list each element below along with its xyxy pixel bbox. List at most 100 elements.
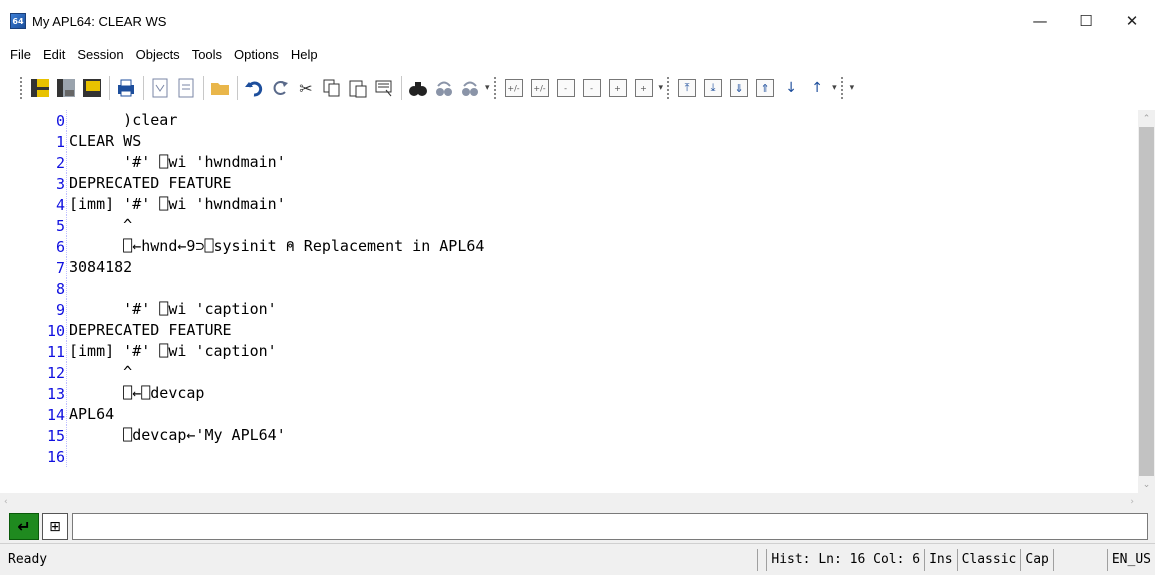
scroll-left-icon[interactable]: ‹ xyxy=(4,497,8,507)
session-line[interactable]: 16 xyxy=(0,446,1138,467)
menu-session[interactable]: Session xyxy=(77,47,123,62)
close-button[interactable]: ✕ xyxy=(1109,0,1155,42)
line-text[interactable]: CLEAR WS xyxy=(66,131,141,152)
session-line[interactable]: 10 DEPRECATED FEATURE xyxy=(0,320,1138,341)
vertical-scrollbar[interactable]: ⌃ ⌄ xyxy=(1138,110,1155,493)
expand-all-icon[interactable]: + xyxy=(607,77,629,99)
status-ready: Ready xyxy=(8,552,48,567)
toolbar-separator xyxy=(401,76,402,100)
enter-button[interactable]: ↵ xyxy=(9,513,39,540)
line-text[interactable]: ⎕←⎕devcap xyxy=(66,383,204,404)
toolbar-grip[interactable] xyxy=(840,77,844,99)
menu-objects[interactable]: Objects xyxy=(136,47,180,62)
line-text[interactable]: )clear xyxy=(66,110,177,131)
session-line[interactable]: 1 CLEAR WS xyxy=(0,131,1138,152)
line-text[interactable]: ^ xyxy=(66,362,132,383)
page-up-icon[interactable]: ⇑ xyxy=(754,77,776,99)
menu-options[interactable]: Options xyxy=(234,47,279,62)
session-line[interactable]: 11 [imm] '#' ⎕wi 'caption' xyxy=(0,341,1138,362)
line-text[interactable]: ⎕←hwnd←9⊃⎕sysinit ⍝ Replacement in APL64 xyxy=(66,236,484,257)
session-line[interactable]: 3 DEPRECATED FEATURE xyxy=(0,173,1138,194)
apl64-app-icon[interactable]: 64 xyxy=(10,13,26,29)
line-text[interactable]: 3084182 xyxy=(66,257,132,278)
toolbar-overflow-icon[interactable]: ▾ xyxy=(850,83,855,93)
line-number: 16 xyxy=(46,447,65,466)
copy-icon[interactable] xyxy=(321,77,343,99)
toolbar-overflow-icon[interactable]: ▾ xyxy=(485,83,490,93)
doc-icon[interactable] xyxy=(175,77,197,99)
pane-icon[interactable] xyxy=(29,77,51,99)
status-insert-mode: Ins xyxy=(924,548,956,571)
cut-icon[interactable]: ✂ xyxy=(295,77,317,99)
line-number: 10 xyxy=(46,321,65,340)
screen-icon[interactable] xyxy=(373,77,395,99)
fold-toggle-curr-icon[interactable]: +/- xyxy=(529,77,551,99)
paste-icon[interactable] xyxy=(347,77,369,99)
line-down-icon[interactable]: ↓ xyxy=(780,77,802,99)
line-text[interactable]: ⎕devcap←'My APL64' xyxy=(66,425,286,446)
menu-edit[interactable]: Edit xyxy=(43,47,65,62)
status-locale: EN_US xyxy=(1106,548,1155,571)
find-next-icon[interactable] xyxy=(433,77,455,99)
session-line[interactable]: 7 3084182 xyxy=(0,257,1138,278)
menu-tools[interactable]: Tools xyxy=(192,47,222,62)
session-line[interactable]: 6 ⎕←hwnd←9⊃⎕sysinit ⍝ Replacement in APL… xyxy=(0,236,1138,257)
status-empty xyxy=(757,548,766,571)
command-input[interactable] xyxy=(72,513,1148,540)
session-line[interactable]: 4 [imm] '#' ⎕wi 'hwndmain' xyxy=(0,194,1138,215)
toolbar-grip[interactable] xyxy=(493,77,497,99)
line-text[interactable] xyxy=(66,446,69,467)
line-up-icon[interactable]: ↑ xyxy=(806,77,828,99)
find-icon[interactable] xyxy=(407,77,429,99)
toolbar-grip[interactable] xyxy=(20,77,23,99)
scroll-top-icon[interactable]: ⤒ xyxy=(676,77,698,99)
session-line[interactable]: 8 xyxy=(0,278,1138,299)
scroll-bottom-icon[interactable]: ⤓ xyxy=(702,77,724,99)
redo-icon[interactable] xyxy=(269,77,291,99)
toolbar-overflow-icon[interactable]: ▾ xyxy=(832,83,837,93)
toolbar-grip[interactable] xyxy=(667,77,670,99)
page-down-icon[interactable]: ⇓ xyxy=(728,77,750,99)
line-text[interactable]: ^ xyxy=(66,215,132,236)
scrollbar-thumb[interactable] xyxy=(1139,127,1154,476)
line-text[interactable]: '#' ⎕wi 'caption' xyxy=(66,299,277,320)
line-text[interactable]: [imm] '#' ⎕wi 'hwndmain' xyxy=(66,194,286,215)
menu-file[interactable]: File xyxy=(10,47,31,62)
session-line[interactable]: 5 ^ xyxy=(0,215,1138,236)
session-line[interactable]: 14 APL64 xyxy=(0,404,1138,425)
open-folder-icon[interactable] xyxy=(209,77,231,99)
minimize-button[interactable]: — xyxy=(1017,0,1063,42)
horizontal-scrollbar[interactable]: ‹ › xyxy=(0,493,1138,510)
session-line[interactable]: 15 ⎕devcap←'My APL64' xyxy=(0,425,1138,446)
session-line[interactable]: 2 '#' ⎕wi 'hwndmain' xyxy=(0,152,1138,173)
session-window[interactable]: 0 )clear 1 CLEAR WS 2 '#' ⎕wi 'hwndmain' … xyxy=(0,110,1138,493)
scroll-down-icon[interactable]: ⌄ xyxy=(1138,476,1155,493)
line-text[interactable]: DEPRECATED FEATURE xyxy=(66,320,232,341)
scroll-up-icon[interactable]: ⌃ xyxy=(1138,110,1155,127)
new-doc-icon[interactable] xyxy=(149,77,171,99)
collapse-curr-icon[interactable]: - xyxy=(581,77,603,99)
scroll-right-icon[interactable]: › xyxy=(1130,497,1134,507)
print-icon[interactable] xyxy=(115,77,137,99)
session-line[interactable]: 9 '#' ⎕wi 'caption' xyxy=(0,299,1138,320)
pane-yellow-icon[interactable] xyxy=(81,77,103,99)
pane-gray-icon[interactable] xyxy=(55,77,77,99)
collapse-all-icon[interactable]: - xyxy=(555,77,577,99)
maximize-button[interactable]: ☐ xyxy=(1063,0,1109,42)
session-line[interactable]: 13 ⎕←⎕devcap xyxy=(0,383,1138,404)
line-text[interactable]: DEPRECATED FEATURE xyxy=(66,173,232,194)
session-line[interactable]: 0 )clear xyxy=(0,110,1138,131)
session-line[interactable]: 12 ^ xyxy=(0,362,1138,383)
line-text[interactable] xyxy=(66,278,69,299)
window-title: My APL64: CLEAR WS xyxy=(32,13,167,29)
menu-help[interactable]: Help xyxy=(291,47,318,62)
fold-toggle-all-icon[interactable]: +/- xyxy=(503,77,525,99)
line-text[interactable]: [imm] '#' ⎕wi 'caption' xyxy=(66,341,277,362)
toolbar-overflow-icon[interactable]: ▾ xyxy=(659,83,664,93)
expand-button[interactable]: ⊞ xyxy=(42,513,68,540)
find-prev-icon[interactable] xyxy=(459,77,481,99)
expand-curr-icon[interactable]: + xyxy=(633,77,655,99)
line-text[interactable]: APL64 xyxy=(66,404,114,425)
line-text[interactable]: '#' ⎕wi 'hwndmain' xyxy=(66,152,286,173)
undo-icon[interactable] xyxy=(243,77,265,99)
